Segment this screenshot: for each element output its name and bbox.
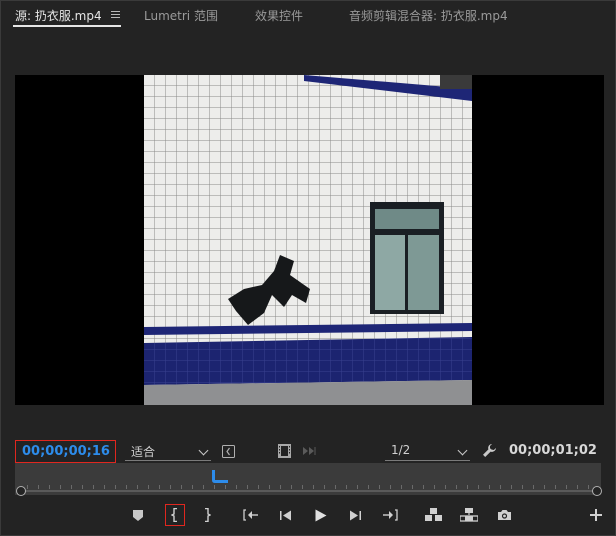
- current-timecode: 00;00;00;16: [22, 444, 110, 459]
- playback-resolution-dropdown[interactable]: 1/2: [385, 442, 470, 461]
- tab-lumetri-scopes[interactable]: Lumetri 范围: [144, 7, 218, 25]
- ruler-ticks: [27, 485, 593, 489]
- step-forward-icon: [350, 510, 361, 520]
- step-forward-button[interactable]: [345, 506, 365, 524]
- plus-icon: [590, 509, 602, 521]
- tab-effect-controls[interactable]: 效果控件: [255, 7, 303, 25]
- camera-icon: [497, 510, 511, 520]
- overwrite-button[interactable]: [459, 506, 479, 524]
- tab-audio-clip-mixer[interactable]: 音频剪辑混合器: 扔衣服.mp4: [349, 7, 508, 25]
- fit-dropdown[interactable]: 适合: [125, 442, 211, 461]
- play-button[interactable]: [311, 506, 331, 524]
- zoom-scrollbar-right-handle[interactable]: [592, 486, 602, 496]
- overwrite-icon: [460, 508, 478, 522]
- zoom-scrollbar-left-handle[interactable]: [16, 486, 26, 496]
- play-icon: [315, 509, 327, 521]
- insert-button[interactable]: [424, 506, 444, 524]
- current-timecode-field[interactable]: 00;00;00;16: [15, 440, 116, 463]
- mark-in-icon: [171, 508, 177, 522]
- video-monitor[interactable]: [15, 75, 604, 405]
- hamburger-menu-icon[interactable]: [111, 11, 120, 19]
- export-frame-button[interactable]: [494, 506, 514, 524]
- playhead[interactable]: [210, 469, 228, 483]
- chevron-down-icon: [457, 445, 468, 456]
- panel-tabs: 源: 扔衣服.mp4 Lumetri 范围 效果控件 音频剪辑混合器: 扔衣服.…: [1, 1, 616, 31]
- fit-dropdown-value: 适合: [131, 445, 156, 459]
- button-editor-button[interactable]: [586, 506, 606, 524]
- active-tab-underline: [13, 25, 121, 27]
- film-icon[interactable]: [277, 443, 291, 458]
- go-to-out-icon: [383, 509, 398, 521]
- mark-out-button[interactable]: [197, 506, 217, 524]
- duration-timecode: 00;00;01;02: [509, 443, 597, 458]
- add-marker-button[interactable]: [128, 506, 148, 524]
- step-back-button[interactable]: [276, 506, 296, 524]
- playback-resolution-value: 1/2: [391, 443, 411, 457]
- mark-out-icon: [205, 508, 211, 522]
- video-frame-image: [144, 75, 472, 405]
- step-forward-disabled-icon: [301, 444, 317, 458]
- marker-icon: [133, 509, 143, 521]
- insert-icon: [425, 508, 442, 521]
- zoom-scrollbar-track[interactable]: [21, 490, 597, 492]
- go-to-out-button[interactable]: [380, 506, 400, 524]
- go-to-in-button[interactable]: [241, 506, 261, 524]
- chevron-down-icon: [198, 445, 209, 456]
- safe-margins-icon[interactable]: [221, 444, 235, 458]
- tab-source[interactable]: 源: 扔衣服.mp4: [15, 7, 102, 25]
- video-frame: [144, 75, 472, 405]
- mark-in-button[interactable]: [165, 506, 185, 524]
- go-to-in-icon: [243, 509, 258, 521]
- wrench-icon[interactable]: [481, 442, 497, 458]
- step-back-icon: [280, 510, 291, 520]
- source-monitor-panel: 源: 扔衣服.mp4 Lumetri 范围 效果控件 音频剪辑混合器: 扔衣服.…: [0, 0, 616, 536]
